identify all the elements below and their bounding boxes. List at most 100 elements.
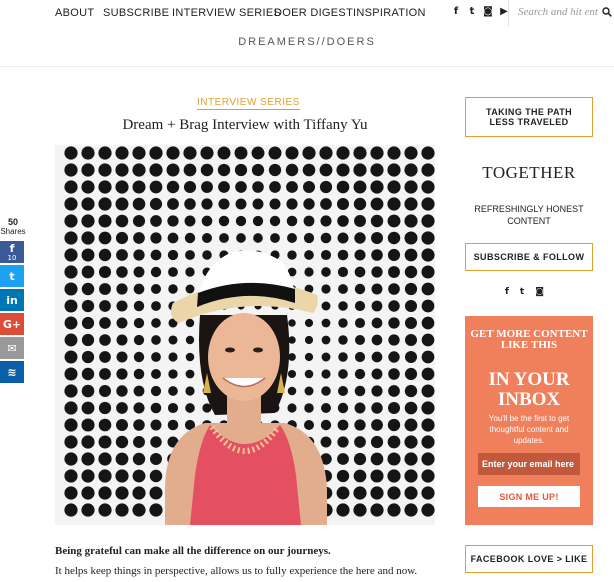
halftone-dot bbox=[116, 385, 128, 397]
halftone-dot bbox=[404, 316, 418, 330]
nav-doer-digest[interactable]: DOER DIGEST bbox=[274, 7, 353, 19]
halftone-dot bbox=[354, 334, 366, 346]
halftone-dot bbox=[116, 249, 128, 261]
nav-subscribe[interactable]: SUBSCRIBE bbox=[103, 7, 169, 19]
sign-up-button[interactable]: SIGN ME UP! bbox=[478, 486, 580, 507]
halftone-dot bbox=[371, 419, 383, 431]
halftone-dot bbox=[150, 215, 162, 227]
halftone-dot bbox=[64, 248, 78, 262]
halftone-dot bbox=[132, 197, 146, 211]
halftone-dot bbox=[288, 319, 296, 327]
halftone-dot bbox=[370, 146, 384, 160]
site-brand[interactable]: DREAMERS//DOERS bbox=[0, 36, 614, 48]
halftone-dot bbox=[303, 181, 315, 193]
search-icon[interactable] bbox=[602, 7, 612, 17]
halftone-dot bbox=[320, 419, 332, 431]
instagram-icon[interactable]: ◙ bbox=[483, 6, 493, 17]
halftone-dot bbox=[150, 266, 162, 278]
halftone-dot bbox=[421, 401, 435, 415]
halftone-dot bbox=[149, 503, 163, 517]
halftone-dot bbox=[337, 249, 349, 261]
facebook-share-button[interactable]: f 10 bbox=[0, 241, 24, 263]
linkedin-share-button[interactable]: in bbox=[0, 289, 24, 311]
twitter-icon[interactable]: t bbox=[520, 287, 524, 297]
halftone-dot bbox=[64, 503, 78, 517]
halftone-dot bbox=[81, 248, 95, 262]
search-input[interactable] bbox=[518, 6, 598, 18]
halftone-dot bbox=[354, 283, 366, 295]
halftone-dot bbox=[81, 146, 95, 160]
halftone-dot bbox=[251, 146, 265, 160]
sumome-share-button[interactable]: ≋ bbox=[0, 361, 24, 383]
halftone-dot bbox=[371, 334, 383, 346]
halftone-dot bbox=[99, 317, 111, 329]
halftone-dot bbox=[81, 486, 95, 500]
halftone-dot bbox=[319, 180, 333, 194]
halftone-dot bbox=[115, 180, 129, 194]
halftone-dot bbox=[151, 352, 161, 362]
halftone-dot bbox=[98, 452, 112, 466]
halftone-dot bbox=[149, 197, 163, 211]
halftone-dot bbox=[81, 265, 95, 279]
halftone-dot bbox=[133, 232, 145, 244]
article-category[interactable]: INTERVIEW SERIES bbox=[197, 97, 300, 110]
email-field[interactable] bbox=[478, 453, 580, 475]
halftone-dot bbox=[132, 469, 146, 483]
twitter-share-button[interactable]: t bbox=[0, 265, 24, 287]
linkedin-icon: in bbox=[6, 293, 18, 307]
nav-interview-series[interactable]: INTERVIEW SERIES bbox=[172, 7, 281, 19]
halftone-dot bbox=[421, 282, 435, 296]
halftone-dot bbox=[336, 503, 350, 517]
halftone-dot bbox=[304, 267, 314, 277]
halftone-dot bbox=[370, 469, 384, 483]
halftone-dot bbox=[253, 233, 263, 243]
instagram-icon[interactable]: ◙ bbox=[535, 287, 544, 297]
halftone-dot bbox=[252, 181, 264, 193]
halftone-dot bbox=[64, 316, 78, 330]
halftone-dot bbox=[64, 435, 78, 449]
halftone-dot bbox=[251, 163, 265, 177]
halftone-dot bbox=[185, 369, 195, 379]
email-share-button[interactable]: ✉ bbox=[0, 337, 24, 359]
halftone-dot bbox=[168, 335, 178, 345]
halftone-dot bbox=[321, 335, 331, 345]
halftone-dot bbox=[387, 180, 401, 194]
halftone-dot bbox=[168, 369, 178, 379]
halftone-dot bbox=[336, 197, 350, 211]
sidebar-taking-path-box[interactable]: TAKING THE PATH LESS TRAVELED bbox=[465, 97, 593, 137]
halftone-dot bbox=[268, 146, 282, 160]
nav-inspiration[interactable]: INSPIRATION bbox=[353, 7, 426, 19]
facebook-love-box[interactable]: FACEBOOK LOVE > LIKE bbox=[465, 545, 593, 573]
halftone-dot bbox=[286, 198, 298, 210]
halftone-dot bbox=[421, 367, 435, 381]
halftone-dot bbox=[133, 334, 145, 346]
halftone-dot bbox=[98, 180, 112, 194]
halftone-dot bbox=[183, 146, 197, 160]
halftone-dot bbox=[98, 469, 112, 483]
halftone-dot bbox=[303, 419, 315, 431]
halftone-dot bbox=[64, 469, 78, 483]
halftone-dot bbox=[387, 197, 401, 211]
halftone-dot bbox=[133, 436, 145, 448]
subscribe-follow-box[interactable]: SUBSCRIBE & FOLLOW bbox=[465, 243, 593, 271]
halftone-dot bbox=[302, 163, 316, 177]
facebook-icon[interactable]: f bbox=[505, 287, 509, 297]
halftone-dot bbox=[64, 163, 78, 177]
halftone-dot bbox=[116, 368, 128, 380]
facebook-icon[interactable]: f bbox=[451, 6, 461, 17]
halftone-dot bbox=[302, 146, 316, 160]
halftone-dot bbox=[321, 403, 331, 413]
nav-about[interactable]: ABOUT bbox=[55, 7, 94, 19]
halftone-dot bbox=[201, 181, 213, 193]
halftone-dot bbox=[337, 385, 349, 397]
halftone-dot bbox=[115, 197, 129, 211]
twitter-icon[interactable]: t bbox=[467, 6, 477, 17]
halftone-dot bbox=[116, 351, 128, 363]
halftone-dot bbox=[184, 198, 196, 210]
portrait-image bbox=[55, 145, 435, 525]
googleplus-share-button[interactable]: G+ bbox=[0, 313, 24, 335]
halftone-dot bbox=[167, 215, 179, 227]
halftone-dot bbox=[387, 248, 401, 262]
halftone-dot bbox=[353, 163, 367, 177]
halftone-dot bbox=[133, 368, 145, 380]
